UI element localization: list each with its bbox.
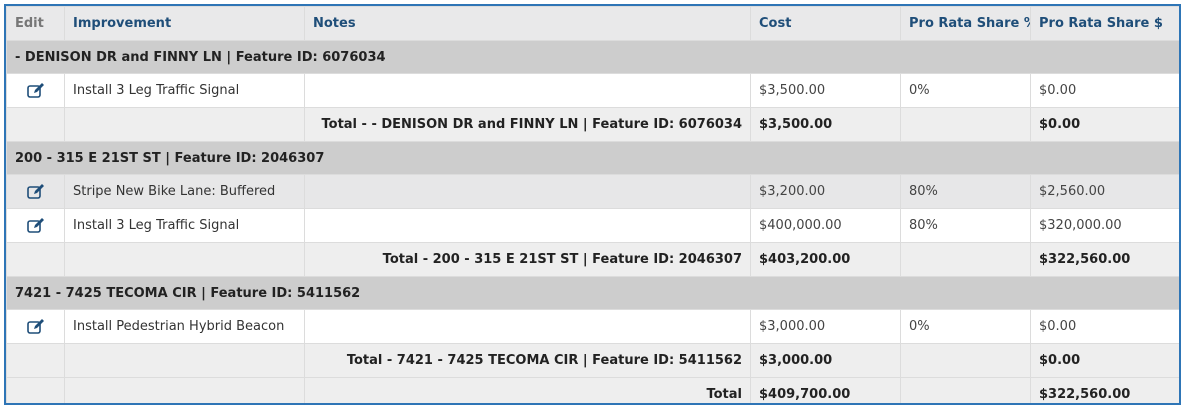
- empty-cell: [64, 377, 305, 403]
- total-amount: $0.00: [1030, 107, 1179, 142]
- cost-cell: $3,200.00: [750, 174, 901, 209]
- header-row: Edit Improvement Notes Cost Pro Rata Sha…: [6, 6, 1179, 41]
- edit-icon[interactable]: [26, 318, 46, 336]
- header-edit: Edit: [6, 6, 65, 41]
- cost-cell: $3,000.00: [750, 309, 901, 344]
- improvement-cell: Install 3 Leg Traffic Signal: [64, 208, 305, 243]
- total-label: Total - 200 - 315 E 21ST ST | Feature ID…: [304, 242, 751, 277]
- grand-total-amount: $322,560.00: [1030, 377, 1179, 403]
- edit-icon[interactable]: [26, 217, 46, 235]
- cost-cell: $3,500.00: [750, 73, 901, 108]
- group-total-row: Total - 7421 - 7425 TECOMA CIR | Feature…: [6, 343, 1179, 378]
- improvements-table-frame: Edit Improvement Notes Cost Pro Rata Sha…: [4, 4, 1181, 405]
- pct-cell: 80%: [900, 174, 1031, 209]
- amount-cell: $0.00: [1030, 73, 1179, 108]
- total-cost: $3,000.00: [750, 343, 901, 378]
- group-title: 7421 - 7425 TECOMA CIR | Feature ID: 541…: [6, 276, 1179, 310]
- amount-cell: $2,560.00: [1030, 174, 1179, 209]
- total-cost: $3,500.00: [750, 107, 901, 142]
- cost-cell: $400,000.00: [750, 208, 901, 243]
- notes-cell: [304, 309, 751, 344]
- group-total-row: Total - - DENISON DR and FINNY LN | Feat…: [6, 107, 1179, 142]
- total-amount: $322,560.00: [1030, 242, 1179, 277]
- empty-cell: [64, 107, 305, 142]
- empty-cell: [900, 343, 1031, 378]
- amount-cell: $320,000.00: [1030, 208, 1179, 243]
- total-cost: $403,200.00: [750, 242, 901, 277]
- empty-cell: [6, 242, 65, 277]
- edit-icon[interactable]: [26, 82, 46, 100]
- grand-total-row: Total $409,700.00 $322,560.00: [6, 377, 1179, 403]
- improvement-cell: Stripe New Bike Lane: Buffered: [64, 174, 305, 209]
- empty-cell: [6, 377, 65, 403]
- empty-cell: [900, 107, 1031, 142]
- empty-cell: [6, 343, 65, 378]
- notes-cell: [304, 73, 751, 108]
- amount-cell: $0.00: [1030, 309, 1179, 344]
- empty-cell: [64, 242, 305, 277]
- pct-cell: 0%: [900, 73, 1031, 108]
- header-improvement[interactable]: Improvement: [64, 6, 305, 41]
- edit-cell: [6, 208, 65, 243]
- empty-cell: [6, 107, 65, 142]
- header-pro-rata-pct[interactable]: Pro Rata Share %: [900, 6, 1031, 41]
- total-label: Total - 7421 - 7425 TECOMA CIR | Feature…: [304, 343, 751, 378]
- notes-cell: [304, 208, 751, 243]
- grand-total-label: Total: [304, 377, 751, 403]
- group-row: - DENISON DR and FINNY LN | Feature ID: …: [6, 40, 1179, 74]
- empty-cell: [900, 377, 1031, 403]
- table-body: - DENISON DR and FINNY LN | Feature ID: …: [6, 40, 1179, 403]
- empty-cell: [64, 343, 305, 378]
- header-notes[interactable]: Notes: [304, 6, 751, 41]
- group-title: - DENISON DR and FINNY LN | Feature ID: …: [6, 40, 1179, 74]
- improvements-table: Edit Improvement Notes Cost Pro Rata Sha…: [6, 6, 1179, 403]
- table-row: Install 3 Leg Traffic Signal $400,000.00…: [6, 208, 1179, 243]
- edit-cell: [6, 73, 65, 108]
- table-row: Install 3 Leg Traffic Signal $3,500.00 0…: [6, 73, 1179, 108]
- edit-cell: [6, 174, 65, 209]
- pct-cell: 0%: [900, 309, 1031, 344]
- edit-cell: [6, 309, 65, 344]
- table-row: Install Pedestrian Hybrid Beacon $3,000.…: [6, 309, 1179, 344]
- empty-cell: [900, 242, 1031, 277]
- header-pro-rata-amount[interactable]: Pro Rata Share $: [1030, 6, 1179, 41]
- total-label: Total - - DENISON DR and FINNY LN | Feat…: [304, 107, 751, 142]
- table-header: Edit Improvement Notes Cost Pro Rata Sha…: [6, 6, 1179, 41]
- improvement-cell: Install 3 Leg Traffic Signal: [64, 73, 305, 108]
- group-row: 200 - 315 E 21ST ST | Feature ID: 204630…: [6, 141, 1179, 175]
- group-row: 7421 - 7425 TECOMA CIR | Feature ID: 541…: [6, 276, 1179, 310]
- group-title: 200 - 315 E 21ST ST | Feature ID: 204630…: [6, 141, 1179, 175]
- table-row: Stripe New Bike Lane: Buffered $3,200.00…: [6, 174, 1179, 209]
- total-amount: $0.00: [1030, 343, 1179, 378]
- edit-icon[interactable]: [26, 183, 46, 201]
- notes-cell: [304, 174, 751, 209]
- header-cost[interactable]: Cost: [750, 6, 901, 41]
- improvement-cell: Install Pedestrian Hybrid Beacon: [64, 309, 305, 344]
- group-total-row: Total - 200 - 315 E 21ST ST | Feature ID…: [6, 242, 1179, 277]
- grand-total-cost: $409,700.00: [750, 377, 901, 403]
- pct-cell: 80%: [900, 208, 1031, 243]
